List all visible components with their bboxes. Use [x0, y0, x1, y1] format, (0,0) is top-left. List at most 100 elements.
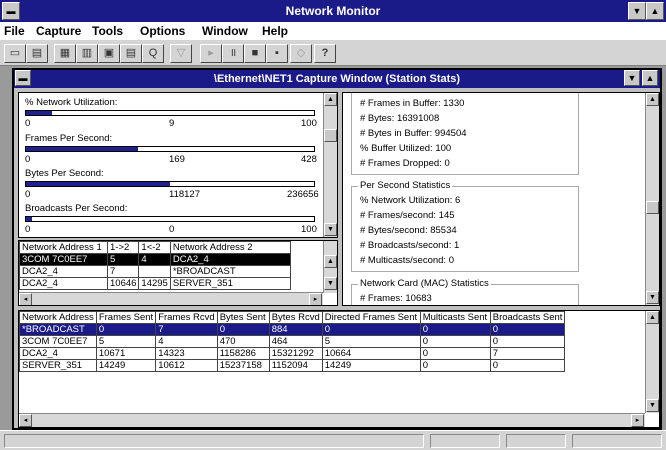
graph-pane: % Network Utilization: 0 9 100 Frames Pe… [18, 92, 338, 238]
broadcasts-label: Broadcasts Per Second: [25, 203, 128, 214]
stations-cell: *BROADCAST [19, 323, 97, 336]
pairs-cell: *BROADCAST [169, 265, 291, 278]
menu-tools[interactable]: Tools [92, 24, 123, 38]
menu-file[interactable]: File [4, 24, 25, 38]
save-icon[interactable]: ▤ [26, 44, 48, 63]
stations-scrollbar[interactable]: ▲ ▼ [645, 311, 659, 413]
pairs-scroll-down-icon[interactable]: ▼ [324, 277, 337, 290]
stations-header[interactable]: Frames Rcvd [155, 311, 218, 324]
stations-scroll-left-icon[interactable]: ◂ [19, 414, 32, 427]
total-stats-pane: # Frames in Buffer: 1330 # Bytes: 163910… [342, 92, 660, 306]
pairs-row[interactable]: DCA2_4 10646 14295 SERVER_351 [19, 277, 291, 290]
stations-cell: DCA2_4 [19, 347, 97, 360]
graph-scrollbar[interactable]: ▲ ▼ [323, 93, 337, 237]
stations-hscrollbar[interactable]: ◂ ▸ [19, 413, 645, 427]
broadcasts-fill [26, 217, 32, 221]
capture-view-icon[interactable]: ▥ [76, 44, 98, 63]
minimize-button[interactable]: ▼ [628, 2, 646, 20]
pairs-row[interactable]: 3COM 7C0EE7 5 4 DCA2_4 [19, 253, 291, 266]
stations-scroll-up-icon[interactable]: ▲ [646, 311, 659, 324]
stop-and-view-icon[interactable]: ▪ [266, 44, 288, 63]
stations-row[interactable]: SERVER_351 14249 10612 15237158 1152094 … [19, 359, 566, 372]
pairs-scroll-up-icon[interactable]: ▲ [324, 255, 337, 268]
stats-scroll-down-icon[interactable]: ▼ [646, 291, 659, 304]
bytes-in-buffer: # Bytes in Buffer: 994504 [360, 128, 467, 139]
toolbar: ▭ ▤ ▦ ▥ ▣ ▤ Q ▽ ▸ ॥ ■ ▪ ◇ ? [0, 39, 666, 66]
stations-cell: 470 [216, 335, 270, 348]
menu-window[interactable]: Window [202, 24, 248, 38]
status-message-segment [4, 434, 424, 448]
status-segment-3 [506, 434, 566, 448]
stats-scrollbar[interactable]: ▲ ▼ [645, 93, 659, 305]
stats-scroll-up-icon[interactable]: ▲ [646, 93, 659, 106]
per-second-stats-title: Per Second Statistics [358, 180, 453, 191]
broadcasts-min: 0 [25, 224, 31, 235]
stop-capture-icon[interactable]: ■ [244, 44, 266, 63]
pairs-scrollbar[interactable]: ▲ ▼ [323, 241, 337, 293]
stations-header[interactable]: Directed Frames Sent [321, 311, 421, 324]
pairs-header[interactable]: 1->2 [106, 241, 140, 254]
pairs-row[interactable]: DCA2_4 7 *BROADCAST [19, 265, 291, 278]
stations-cell: 7 [155, 323, 218, 336]
pairs-hscrollbar[interactable]: ◂ ▸ [19, 292, 323, 305]
filter-icon[interactable]: ▦ [54, 44, 76, 63]
stations-cell: 0 [489, 359, 566, 372]
pairs-cell: 14295 [138, 277, 171, 290]
pairs-scroll-left-icon[interactable]: ◂ [19, 293, 32, 305]
stations-cell: 5 [321, 335, 421, 348]
stations-cell: 15321292 [268, 347, 323, 360]
stations-cell: 0 [419, 335, 491, 348]
stations-row[interactable]: *BROADCAST 0 7 0 884 0 0 0 [19, 323, 566, 336]
bytes-max: 236656 [287, 189, 319, 200]
stations-header[interactable]: Network Address [19, 311, 97, 324]
graph-scroll-up-icon[interactable]: ▲ [324, 93, 337, 106]
station-stats-table: Network Address Frames Sent Frames Rcvd … [19, 311, 566, 372]
menu-options[interactable]: Options [140, 24, 185, 38]
stations-cell: 0 [95, 323, 157, 336]
status-segment-4 [572, 434, 662, 448]
stations-header[interactable]: Bytes Sent [216, 311, 270, 324]
stats-scroll-thumb[interactable] [646, 201, 659, 214]
menu-capture[interactable]: Capture [36, 24, 81, 38]
stations-scroll-down-icon[interactable]: ▼ [646, 399, 659, 412]
pairs-header[interactable]: Network Address 2 [169, 241, 291, 254]
broadcasts-bar [25, 216, 315, 222]
find-icon[interactable]: ◇ [290, 44, 312, 63]
stations-header[interactable]: Multicasts Sent [419, 311, 491, 324]
pairs-cell: 4 [138, 253, 171, 266]
stations-row[interactable]: 3COM 7C0EE7 5 4 470 464 5 0 0 [19, 335, 566, 348]
pause-capture-icon[interactable]: ॥ [222, 44, 244, 63]
frames-in-buffer: # Frames in Buffer: 1330 [360, 98, 465, 109]
bytes-bar [25, 181, 315, 187]
ps-utilization: % Network Utilization: 6 [360, 195, 461, 206]
stations-cell: 14323 [155, 347, 218, 360]
magnify-icon[interactable]: Q [142, 44, 164, 63]
print-icon[interactable]: ▤ [120, 44, 142, 63]
buffer-utilized: % Buffer Utilized: 100 [360, 143, 452, 154]
graph-scroll-down-icon[interactable]: ▼ [324, 223, 337, 236]
help-icon[interactable]: ? [314, 44, 336, 63]
capture-minimize-button[interactable]: ▼ [624, 70, 640, 86]
pairs-header[interactable]: 1<-2 [138, 241, 171, 254]
stations-cell: 7 [489, 347, 566, 360]
stations-row[interactable]: DCA2_4 10671 14323 1158286 15321292 1066… [19, 347, 566, 360]
stations-header[interactable]: Broadcasts Sent [489, 311, 566, 324]
pairs-header[interactable]: Network Address 1 [19, 241, 108, 254]
stations-cell: 5 [95, 335, 157, 348]
maximize-button[interactable]: ▲ [646, 2, 664, 20]
graph-scroll-thumb[interactable] [324, 129, 337, 142]
menu-help[interactable]: Help [262, 24, 288, 38]
station-stats-pane: Network Address Frames Sent Frames Rcvd … [18, 310, 660, 428]
capture-maximize-button[interactable]: ▲ [642, 70, 658, 86]
ps-frames: # Frames/second: 145 [360, 210, 455, 221]
pairs-scroll-right-icon[interactable]: ▸ [309, 293, 322, 305]
open-icon[interactable]: ▭ [4, 44, 26, 63]
stations-header[interactable]: Bytes Rcvd [268, 311, 323, 324]
stations-cell: 4 [155, 335, 218, 348]
display-icon[interactable]: ▣ [98, 44, 120, 63]
stations-header[interactable]: Frames Sent [95, 311, 157, 324]
stations-header-row: Network Address Frames Sent Frames Rcvd … [19, 311, 566, 324]
start-capture-icon[interactable]: ▸ [200, 44, 222, 63]
stations-scroll-right-icon[interactable]: ▸ [631, 414, 644, 427]
capture-filter-icon[interactable]: ▽ [170, 44, 192, 63]
